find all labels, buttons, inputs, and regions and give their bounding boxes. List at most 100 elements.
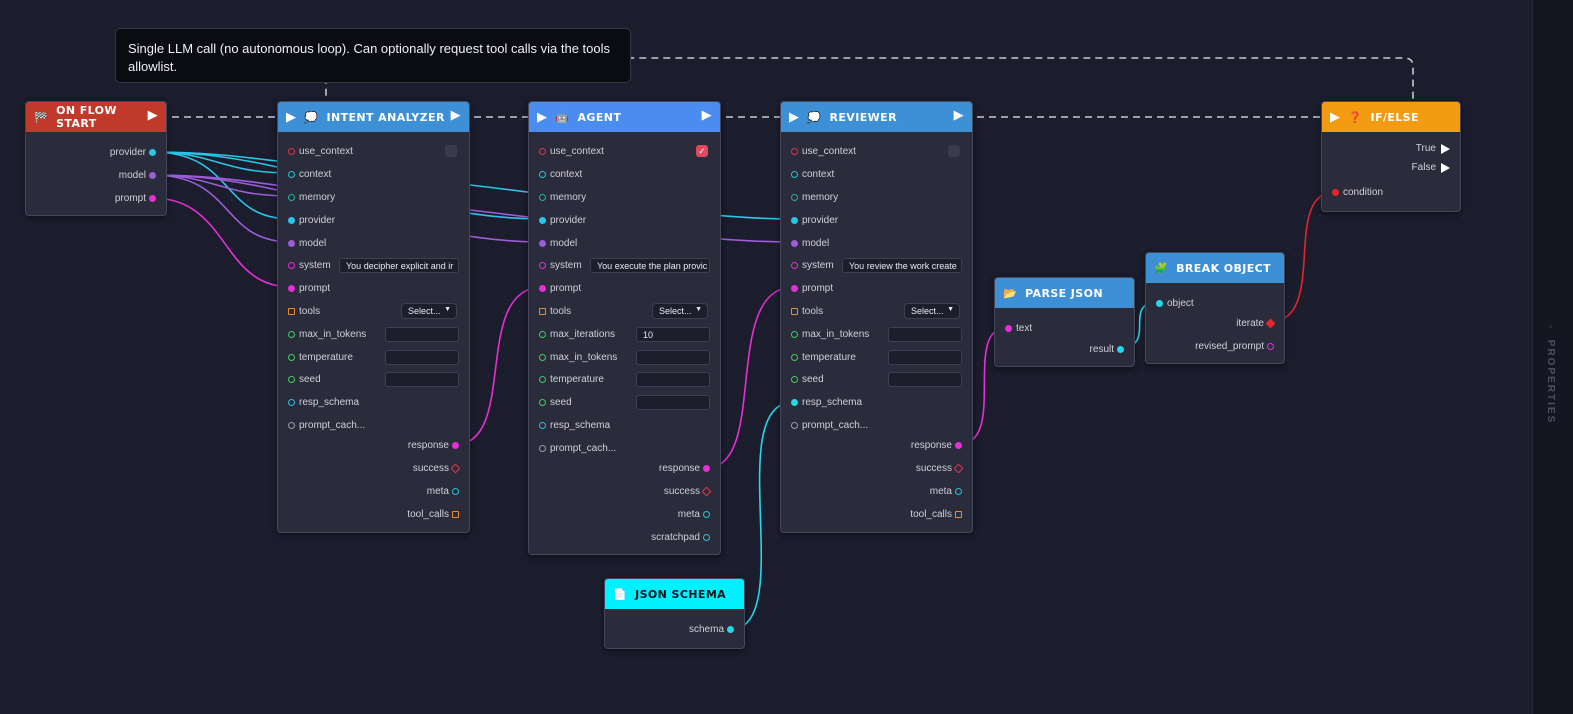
tools-select[interactable]: Select... ▼ — [652, 303, 708, 319]
port-revised-prompt[interactable] — [1267, 343, 1274, 350]
port-tool-calls[interactable] — [452, 511, 459, 518]
temperature-field[interactable] — [385, 350, 459, 365]
node-agent[interactable]: ▶ 🤖 AGENT ▶ use_context ✓ context memory… — [528, 101, 721, 555]
port-prompt[interactable] — [149, 195, 156, 202]
port-model[interactable] — [288, 240, 295, 247]
port-schema[interactable] — [727, 626, 734, 633]
port-use-context[interactable] — [791, 148, 798, 155]
node-header[interactable]: 📄 JSON SCHEMA — [605, 579, 744, 609]
node-reviewer[interactable]: ▶ 💭 REVIEWER ▶ use_context context memor… — [780, 101, 973, 533]
port-context[interactable] — [288, 171, 295, 178]
port-context[interactable] — [539, 171, 546, 178]
port-tool-calls[interactable] — [955, 511, 962, 518]
system-prompt-field[interactable]: You review the work create — [842, 258, 962, 273]
port-result[interactable] — [1117, 346, 1124, 353]
port-model[interactable] — [791, 240, 798, 247]
max-iterations-field[interactable]: 10 — [636, 327, 710, 342]
port-system[interactable] — [539, 262, 546, 269]
exec-in-play-icon[interactable]: ▶ — [286, 110, 296, 125]
port-use-context[interactable] — [288, 148, 295, 155]
node-break-object[interactable]: 🧩 BREAK OBJECT object iterate revised_pr… — [1145, 252, 1285, 364]
port-condition[interactable] — [1332, 189, 1339, 196]
port-memory[interactable] — [288, 194, 295, 201]
max-in-tokens-field[interactable] — [636, 350, 710, 365]
exec-false-play-icon[interactable] — [1441, 163, 1450, 173]
port-seed[interactable] — [539, 399, 546, 406]
node-header[interactable]: ▶ 💭 INTENT ANALYZER ▶ — [278, 102, 469, 132]
port-max-in-tokens[interactable] — [288, 331, 295, 338]
port-success[interactable] — [953, 463, 964, 474]
port-text[interactable] — [1005, 325, 1012, 332]
seed-field[interactable] — [888, 372, 962, 387]
port-max-iterations[interactable] — [539, 331, 546, 338]
port-response[interactable] — [955, 442, 962, 449]
port-object[interactable] — [1156, 300, 1163, 307]
port-prompt[interactable] — [288, 285, 295, 292]
max-in-tokens-field[interactable] — [385, 327, 459, 342]
port-seed[interactable] — [288, 376, 295, 383]
port-iterate[interactable] — [1265, 318, 1276, 329]
node-json-schema[interactable]: 📄 JSON SCHEMA schema — [604, 578, 745, 649]
properties-sidebar[interactable]: ◦ PROPERTIES — [1532, 0, 1573, 714]
port-response[interactable] — [703, 465, 710, 472]
port-memory[interactable] — [791, 194, 798, 201]
port-max-in-tokens[interactable] — [539, 354, 546, 361]
port-prompt[interactable] — [791, 285, 798, 292]
node-intent-analyzer[interactable]: ▶ 💭 INTENT ANALYZER ▶ use_context contex… — [277, 101, 470, 533]
tools-select[interactable]: Select... ▼ — [401, 303, 457, 319]
port-prompt-cache[interactable] — [539, 445, 546, 452]
port-prompt[interactable] — [539, 285, 546, 292]
port-system[interactable] — [791, 262, 798, 269]
port-model[interactable] — [539, 240, 546, 247]
node-on-flow-start[interactable]: 🏁 ON FLOW START ▶ provider model prompt — [25, 101, 167, 216]
port-max-in-tokens[interactable] — [791, 331, 798, 338]
port-success[interactable] — [701, 486, 712, 497]
max-in-tokens-field[interactable] — [888, 327, 962, 342]
exec-in-play-icon[interactable]: ▶ — [789, 110, 799, 125]
port-tools[interactable] — [791, 308, 798, 315]
seed-field[interactable] — [636, 395, 710, 410]
port-meta[interactable] — [955, 488, 962, 495]
port-provider[interactable] — [539, 217, 546, 224]
port-temperature[interactable] — [288, 354, 295, 361]
port-scratchpad[interactable] — [703, 534, 710, 541]
temperature-field[interactable] — [888, 350, 962, 365]
port-prompt-cache[interactable] — [288, 422, 295, 429]
port-temperature[interactable] — [791, 354, 798, 361]
exec-out-play-icon[interactable]: ▶ — [451, 108, 461, 123]
use-context-checkbox[interactable] — [445, 145, 457, 157]
node-header[interactable]: ▶ ❓ IF/ELSE — [1322, 102, 1460, 132]
node-header[interactable]: 🧩 BREAK OBJECT — [1146, 253, 1284, 283]
port-provider[interactable] — [288, 217, 295, 224]
port-model[interactable] — [149, 172, 156, 179]
exec-true-play-icon[interactable] — [1441, 144, 1450, 154]
port-temperature[interactable] — [539, 376, 546, 383]
properties-tab[interactable]: ◦ PROPERTIES — [1545, 322, 1556, 424]
port-meta[interactable] — [703, 511, 710, 518]
port-resp-schema[interactable] — [791, 399, 798, 406]
use-context-checkbox[interactable]: ✓ — [696, 145, 708, 157]
system-prompt-field[interactable]: You execute the plan provic — [590, 258, 710, 273]
port-tools[interactable] — [288, 308, 295, 315]
port-tools[interactable] — [539, 308, 546, 315]
node-parse-json[interactable]: 📂 PARSE JSON text result — [994, 277, 1135, 367]
port-use-context[interactable] — [539, 148, 546, 155]
exec-out-play-icon[interactable]: ▶ — [702, 108, 712, 123]
port-memory[interactable] — [539, 194, 546, 201]
port-resp-schema[interactable] — [288, 399, 295, 406]
use-context-checkbox[interactable] — [948, 145, 960, 157]
port-response[interactable] — [452, 442, 459, 449]
temperature-field[interactable] — [636, 372, 710, 387]
port-success[interactable] — [450, 463, 461, 474]
exec-in-play-icon[interactable]: ▶ — [1330, 110, 1340, 125]
port-system[interactable] — [288, 262, 295, 269]
exec-out-play-icon[interactable]: ▶ — [148, 108, 158, 123]
node-header[interactable]: ▶ 💭 REVIEWER ▶ — [781, 102, 972, 132]
seed-field[interactable] — [385, 372, 459, 387]
node-header[interactable]: 📂 PARSE JSON — [995, 278, 1134, 308]
tools-select[interactable]: Select... ▼ — [904, 303, 960, 319]
port-resp-schema[interactable] — [539, 422, 546, 429]
port-context[interactable] — [791, 171, 798, 178]
port-meta[interactable] — [452, 488, 459, 495]
system-prompt-field[interactable]: You decipher explicit and ir — [339, 258, 459, 273]
